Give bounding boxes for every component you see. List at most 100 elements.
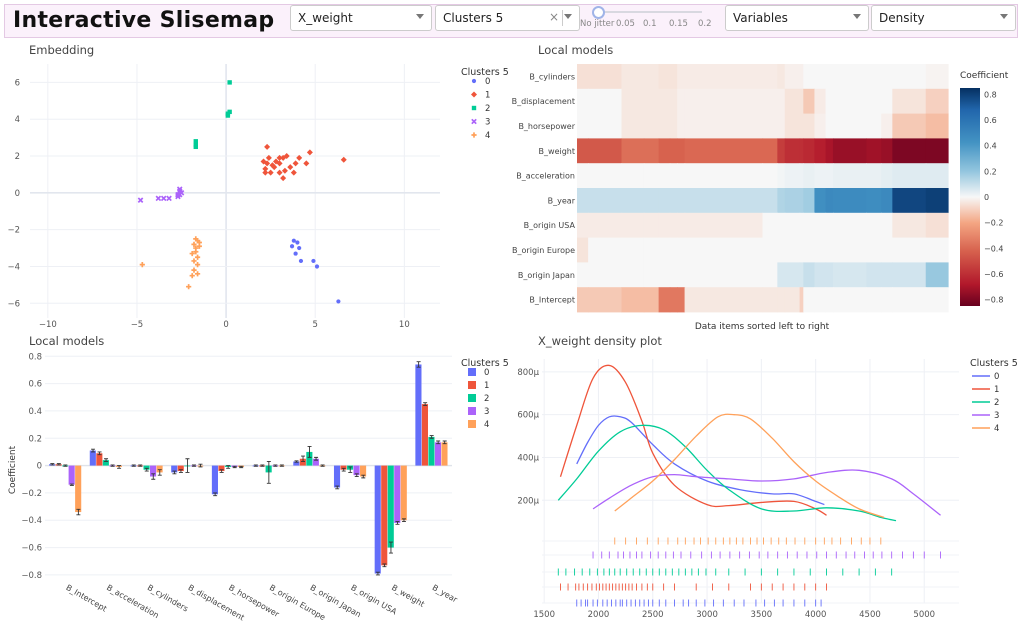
scatter-point — [297, 245, 302, 251]
heatmap-cell — [799, 237, 804, 263]
legend-swatch — [468, 368, 476, 376]
heatmap-cell — [669, 188, 678, 214]
colorbar-tick-label: −0.6 — [984, 270, 1003, 279]
bar — [89, 450, 96, 466]
y-tick-label: 0.4 — [28, 407, 42, 417]
colorbar-tick-label: −0.8 — [984, 296, 1003, 305]
embedding-title: Embedding — [29, 43, 94, 57]
heatmap-cell — [684, 188, 764, 214]
heatmap-cell — [825, 138, 834, 164]
heatmap-cell — [832, 88, 867, 114]
clusters-dropdown[interactable]: Clusters 5 × — [435, 5, 580, 31]
heatmap-cell — [621, 64, 645, 90]
heatmap-cell — [799, 88, 804, 114]
heatmap-cell — [799, 163, 804, 189]
clusters-value: Clusters 5 — [443, 11, 504, 25]
heatmap-cell — [925, 138, 949, 164]
heatmap-cell — [814, 237, 827, 263]
scatter-point — [336, 299, 341, 304]
legend-label: 4 — [485, 131, 490, 141]
heatmap-cell — [684, 287, 764, 313]
heatmap-cell — [669, 237, 678, 263]
heatmap-cell — [684, 64, 764, 90]
heatmap-cell — [762, 262, 778, 288]
scatter-point — [137, 197, 144, 204]
legend-swatch — [468, 420, 476, 428]
heatmap-cell — [881, 163, 893, 189]
scatter-point — [306, 149, 313, 156]
density-plot-type-dropdown[interactable]: Density — [871, 5, 1016, 31]
heatmap-cell — [925, 88, 949, 114]
chevron-down-icon — [853, 14, 861, 19]
clear-icon[interactable]: × — [549, 10, 559, 24]
heatmap-cell — [577, 237, 589, 263]
heatmap-cell — [658, 237, 671, 263]
heatmap-cell — [892, 212, 927, 238]
scatter-point — [227, 109, 232, 115]
heatmap-cell — [669, 262, 678, 288]
local-models-heatmap[interactable]: Local models B_cylinders B_displacement B_… — [512, 40, 1024, 335]
y-tick-label: 0 — [37, 462, 42, 472]
local-models-bar-chart[interactable]: Local models Coefficient 0.8 0.6 0.4 0.2 0 −0… — [0, 335, 512, 625]
heatmap-cell — [658, 287, 671, 313]
heatmap-cell — [588, 237, 623, 263]
legend-swatch — [468, 394, 476, 402]
scatter-point — [287, 164, 294, 171]
density-plot[interactable]: X_weight density plot 1500 2000 2500 3000 35… — [512, 335, 1024, 625]
x-variable-dropdown[interactable]: X_weight — [290, 5, 432, 31]
scatter-point — [291, 238, 296, 243]
error-bar — [294, 460, 299, 463]
legend-label: 2 — [484, 394, 489, 404]
heatmap-cell — [799, 262, 804, 288]
x-variable-value: X_weight — [298, 11, 353, 25]
slider-handle[interactable] — [592, 6, 605, 19]
heatmap-cell — [925, 163, 949, 189]
error-bar — [97, 451, 102, 456]
heatmap-cell — [777, 212, 786, 238]
error-bar — [226, 465, 231, 469]
heatmap-cell — [777, 138, 786, 164]
model-plot-type-dropdown[interactable]: Variables — [725, 5, 869, 31]
scatter-point — [280, 175, 287, 182]
heatmap-cell — [825, 212, 834, 238]
scatter-point — [194, 254, 201, 260]
slider-track[interactable] — [596, 11, 702, 13]
heatmap-row-label: B_Intercept — [529, 296, 575, 305]
heatmap-cell — [643, 88, 660, 114]
heatmap-cell — [677, 188, 686, 214]
heatmap-cell — [814, 188, 827, 214]
colorbar-tick-label: −0.4 — [984, 244, 1003, 253]
heatmap-cell — [866, 287, 882, 313]
density-line — [614, 413, 885, 519]
heatmap-cell — [677, 113, 686, 139]
density-line — [559, 364, 827, 516]
embedding-plot[interactable]: Embedding −10 −5 0 5 10−6−4−20246 Clusters 5… — [0, 40, 512, 330]
heatmap-cell — [799, 287, 804, 313]
legend-label: 4 — [994, 424, 999, 434]
legend-label: 1 — [485, 91, 490, 101]
heatmap-cell — [577, 113, 589, 139]
x-tick-label: B_year — [431, 583, 460, 605]
heatmap-cell — [777, 262, 786, 288]
heatmap-cell — [577, 212, 589, 238]
heatmap-cell — [881, 113, 893, 139]
heatmap-cell — [677, 287, 686, 313]
x-tick-label: B_weight — [390, 583, 426, 609]
heatmap-cell — [784, 212, 801, 238]
heatmap-cell — [825, 188, 834, 214]
heatmap-cell — [866, 212, 882, 238]
jitter-slider[interactable]: No jitter 0.05 0.1 0.15 0.2 — [578, 4, 720, 34]
x-tick-label: 10 — [399, 320, 410, 330]
y-tick-label: 200µ — [517, 496, 539, 506]
scatter-point — [155, 195, 162, 202]
heatmap-cell — [832, 113, 867, 139]
y-tick-label: −0.8 — [21, 571, 42, 581]
scatter-point — [289, 244, 295, 249]
heatmap-cell — [881, 188, 893, 214]
heatmap-cell — [814, 262, 827, 288]
y-tick-label: −0.4 — [21, 516, 42, 526]
heatmap-row-label: B_horsepower — [518, 122, 575, 131]
y-tick-label: −2 — [7, 226, 20, 236]
x-tick-label: −10 — [39, 320, 57, 330]
heatmap-cell — [832, 138, 867, 164]
